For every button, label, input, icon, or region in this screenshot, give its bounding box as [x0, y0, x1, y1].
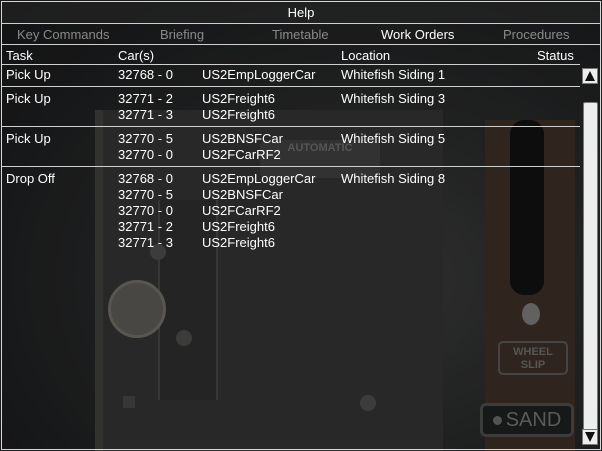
tab-bar: Key Commands Briefing Timetable Work Ord… [2, 24, 600, 45]
work-order-row[interactable]: Pick Up Whitefish Siding 3 32771 - 2 US2Fre… [2, 91, 580, 123]
car-entry: 32771 - 3 US2Freight6 [118, 235, 580, 251]
help-window: Help Key Commands Briefing Timetable Wor… [1, 1, 601, 450]
car-entry: 32770 - 0 US2FCarRF2 [118, 203, 580, 219]
tab-briefing[interactable]: Briefing [160, 24, 204, 45]
tab-work-orders[interactable]: Work Orders [381, 24, 454, 45]
work-order-row[interactable]: Pick Up Whitefish Siding 1 32768 - 0 US2Emp… [2, 67, 580, 83]
car-name: US2Freight6 [202, 107, 275, 122]
car-name: US2EmpLoggerCar [202, 171, 316, 186]
scrollbar[interactable] [582, 68, 598, 445]
scroll-track[interactable] [582, 84, 598, 445]
car-number: 32770 - 5 [118, 131, 173, 146]
column-header-location: Location [341, 48, 391, 63]
car-number: 32770 - 0 [118, 203, 173, 218]
window-title: Help [2, 2, 600, 24]
order-task: Pick Up [6, 91, 51, 106]
order-cars: 32768 - 0 US2EmpLoggerCar 32770 - 5 US2BNSF… [118, 171, 580, 251]
car-number: 32770 - 5 [118, 187, 173, 202]
work-order-row[interactable]: Pick Up Whitefish Siding 5 32770 - 5 US2BNS… [2, 131, 580, 163]
car-number: 32771 - 3 [118, 107, 173, 122]
tab-key-commands[interactable]: Key Commands [17, 24, 109, 45]
car-number: 32771 - 2 [118, 219, 173, 234]
car-entry: 32770 - 5 US2BNSFCar [118, 131, 580, 147]
order-cars: 32768 - 0 US2EmpLoggerCar [118, 67, 580, 83]
scroll-down-arrow-icon[interactable] [582, 429, 598, 445]
car-name: US2BNSFCar [202, 187, 283, 202]
car-number: 32768 - 0 [118, 171, 173, 186]
row-divider [2, 86, 580, 87]
column-header-status: Status [537, 48, 574, 63]
car-entry: 32768 - 0 US2EmpLoggerCar [118, 67, 580, 83]
tab-procedures[interactable]: Procedures [503, 24, 569, 45]
car-entry: 32770 - 5 US2BNSFCar [118, 187, 580, 203]
car-name: US2Freight6 [202, 235, 275, 250]
car-name: US2EmpLoggerCar [202, 67, 316, 82]
car-entry: 32771 - 3 US2Freight6 [118, 107, 580, 123]
order-cars: 32770 - 5 US2BNSFCar 32770 - 0 US2FCarRF2 [118, 131, 580, 163]
order-task: Pick Up [6, 67, 51, 82]
row-divider [2, 126, 580, 127]
car-number: 32768 - 0 [118, 67, 173, 82]
tab-divider [2, 44, 600, 45]
column-header-cars: Car(s) [118, 48, 155, 63]
car-entry: 32771 - 2 US2Freight6 [118, 219, 580, 235]
scroll-up-arrow-icon[interactable] [582, 68, 598, 84]
scroll-thumb[interactable] [583, 102, 598, 445]
car-name: US2BNSFCar [202, 131, 283, 146]
car-entry: 32771 - 2 US2Freight6 [118, 91, 580, 107]
car-name: US2FCarRF2 [202, 147, 281, 162]
row-divider [2, 166, 580, 167]
order-task: Pick Up [6, 131, 51, 146]
car-number: 32771 - 3 [118, 235, 173, 250]
table-header: Task Car(s) Location Status [2, 47, 600, 64]
header-divider [2, 64, 580, 65]
car-entry: 32768 - 0 US2EmpLoggerCar [118, 171, 580, 187]
order-cars: 32771 - 2 US2Freight6 32771 - 3 US2Freight6 [118, 91, 580, 123]
car-entry: 32770 - 0 US2FCarRF2 [118, 147, 580, 163]
order-task: Drop Off [6, 171, 55, 186]
work-orders-list: Pick Up Whitefish Siding 1 32768 - 0 US2Emp… [2, 67, 580, 251]
column-header-task: Task [6, 48, 33, 63]
car-name: US2FCarRF2 [202, 203, 281, 218]
car-name: US2Freight6 [202, 91, 275, 106]
car-number: 32770 - 0 [118, 147, 173, 162]
car-number: 32771 - 2 [118, 91, 173, 106]
work-order-row[interactable]: Drop Off Whitefish Siding 8 32768 - 0 US2Em… [2, 171, 580, 251]
tab-timetable[interactable]: Timetable [272, 24, 329, 45]
car-name: US2Freight6 [202, 219, 275, 234]
